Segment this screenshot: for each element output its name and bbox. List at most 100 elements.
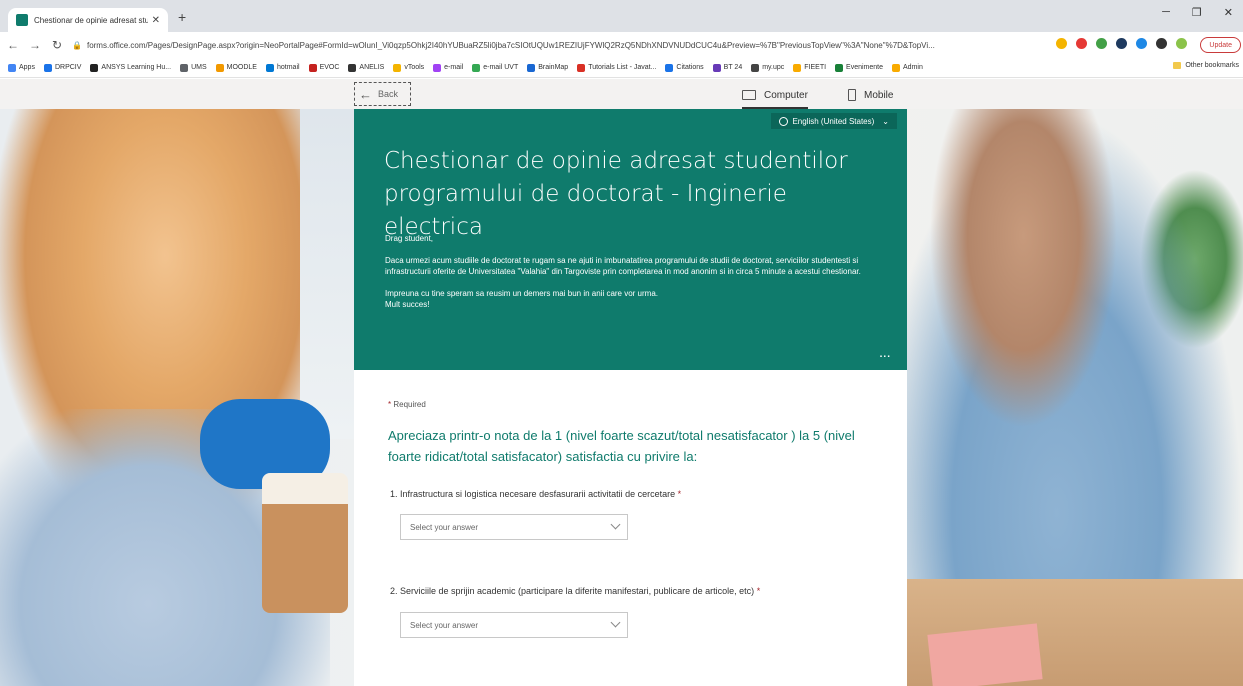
phone-icon	[848, 89, 856, 101]
restore-icon[interactable]: ❐	[1192, 6, 1202, 19]
language-selector[interactable]: English (United States) ⌄	[771, 113, 897, 129]
monitor-icon	[742, 90, 756, 100]
bookmark-item[interactable]: vTools	[393, 63, 424, 72]
bookmark-item[interactable]: ANSYS Learning Hu...	[90, 63, 172, 72]
minimize-icon[interactable]: ─	[1162, 6, 1170, 19]
window-controls: ─ ❐ ✕	[1162, 6, 1243, 19]
bookmark-item[interactable]: DRPCIV	[43, 63, 82, 72]
extensions-area	[1056, 38, 1187, 49]
bookmark-item[interactable]: hotmail	[265, 63, 300, 72]
bookmark-label: e-mail UVT	[483, 64, 519, 71]
update-button[interactable]: Update	[1200, 37, 1241, 53]
tab-computer[interactable]: Computer	[742, 85, 808, 109]
chevron-down-icon	[610, 617, 621, 628]
bookmark-item[interactable]: BT 24	[712, 63, 743, 72]
forward-arrow-icon[interactable]: →	[26, 38, 44, 52]
bookmark-icon	[712, 63, 721, 72]
new-tab-icon[interactable]: +	[178, 9, 186, 25]
bookmark-label: Citations	[676, 64, 704, 71]
bookmark-icon	[433, 63, 442, 72]
question-2-dropdown[interactable]: Select your answer	[400, 612, 628, 638]
close-tab-icon[interactable]: ✕	[152, 15, 160, 26]
bookmark-icon	[215, 63, 224, 72]
bookmark-label: my.upc	[762, 64, 785, 71]
bookmark-icon	[665, 63, 674, 72]
bookmark-item[interactable]: my.upc	[751, 63, 785, 72]
bookmark-item[interactable]: FIEETI	[793, 63, 827, 72]
bookmark-item[interactable]: ANELIS	[348, 63, 385, 72]
bookmark-label: e-mail	[444, 64, 464, 71]
form-header: English (United States) ⌄ Chestionar de …	[354, 109, 907, 370]
bookmark-icon	[308, 63, 317, 72]
bookmark-icon	[835, 63, 844, 72]
dropdown-placeholder: Select your answer	[410, 522, 479, 532]
globe-icon	[779, 116, 789, 126]
bookmark-icon	[348, 63, 357, 72]
bookmark-item[interactable]: Admin	[892, 63, 923, 72]
required-label: Required	[393, 400, 426, 409]
bookmark-icon	[393, 63, 402, 72]
bookmark-item[interactable]: Evenimente	[835, 63, 883, 72]
extension-icon[interactable]	[1076, 38, 1087, 49]
bookmark-label: Apps	[19, 64, 35, 71]
forms-favicon-icon	[16, 14, 28, 26]
bookmark-icon	[577, 63, 586, 72]
reload-icon[interactable]: ↻	[48, 38, 66, 52]
address-toolbar: ← → ↻ 🔒 forms.office.com/Pages/DesignPag…	[0, 32, 1243, 58]
question-1-dropdown[interactable]: Select your answer	[400, 514, 628, 540]
bookmark-label: Tutorials List - Javat...	[588, 64, 657, 71]
extension-icon[interactable]	[1136, 38, 1147, 49]
bookmark-label: ANELIS	[359, 64, 385, 71]
bookmark-icon	[90, 63, 99, 72]
close-window-icon[interactable]: ✕	[1224, 6, 1233, 19]
other-bookmarks-label: Other bookmarks	[1185, 62, 1239, 69]
bookmark-label: FIEETI	[804, 64, 827, 71]
bookmark-item[interactable]: Tutorials List - Javat...	[577, 63, 657, 72]
browser-tabbar: Chestionar de opinie adresat stu... ✕ + …	[0, 0, 1243, 32]
required-star: *	[388, 400, 392, 409]
description-paragraph: Daca urmezi acum studiile de doctorat te…	[385, 256, 861, 276]
extension-icon[interactable]	[1116, 38, 1127, 49]
required-note: * Required	[388, 400, 426, 409]
star-icon[interactable]	[1056, 38, 1067, 49]
bookmark-label: DRPCIV	[54, 64, 82, 71]
more-options-icon[interactable]: ...	[880, 349, 891, 360]
puzzle-icon[interactable]	[1156, 38, 1167, 49]
bookmark-item[interactable]: BrainMap	[527, 63, 569, 72]
bookmark-item[interactable]: e-mail	[433, 63, 464, 72]
extension-icon[interactable]	[1096, 38, 1107, 49]
tab-computer-label: Computer	[764, 89, 808, 101]
bookmark-label: hotmail	[276, 64, 300, 71]
bookmark-icon	[793, 63, 802, 72]
bookmark-label: BT 24	[723, 64, 743, 71]
lock-icon: 🔒	[72, 40, 82, 50]
tab-mobile-label: Mobile	[864, 89, 894, 101]
required-star: *	[677, 489, 682, 499]
tab-title: Chestionar de opinie adresat stu...	[34, 15, 148, 25]
bookmark-item[interactable]: EVOC	[308, 63, 339, 72]
bookmark-label: ANSYS Learning Hu...	[101, 64, 172, 71]
form-description: Drag student, Daca urmezi acum studiile …	[385, 233, 895, 321]
bookmark-item[interactable]: Citations	[665, 63, 704, 72]
bookmark-item[interactable]: UMS	[180, 63, 207, 72]
other-bookmarks[interactable]: Other bookmarks	[1173, 62, 1239, 69]
bookmark-label: MOODLE	[226, 64, 257, 71]
bookmark-label: BrainMap	[538, 64, 569, 71]
back-button[interactable]: ← Back	[354, 82, 411, 106]
bookmark-item[interactable]: MOODLE	[215, 63, 257, 72]
question-1-label: 1. Infrastructura si logistica necesare …	[390, 489, 681, 499]
url-text: forms.office.com/Pages/DesignPage.aspx?o…	[86, 40, 935, 50]
browser-tab[interactable]: Chestionar de opinie adresat stu... ✕	[8, 8, 168, 32]
back-arrow-icon[interactable]: ←	[4, 38, 22, 52]
bookmark-icon	[180, 63, 189, 72]
bookmarks-bar: Apps DRPCIV ANSYS Learning Hu... UMS MOODLE h…	[0, 58, 1243, 78]
bookmark-item[interactable]: e-mail UVT	[472, 63, 519, 72]
question-text: 1. Infrastructura si logistica necesare …	[390, 489, 676, 499]
tab-mobile[interactable]: Mobile	[848, 85, 893, 105]
bookmark-item[interactable]: Apps	[8, 63, 35, 72]
profile-avatar-icon[interactable]	[1176, 38, 1187, 49]
back-label: Back	[378, 89, 399, 99]
sticky-note	[927, 623, 1043, 686]
back-arrow-icon: ←	[359, 86, 372, 102]
url-bar[interactable]: 🔒 forms.office.com/Pages/DesignPage.aspx…	[72, 35, 1062, 55]
